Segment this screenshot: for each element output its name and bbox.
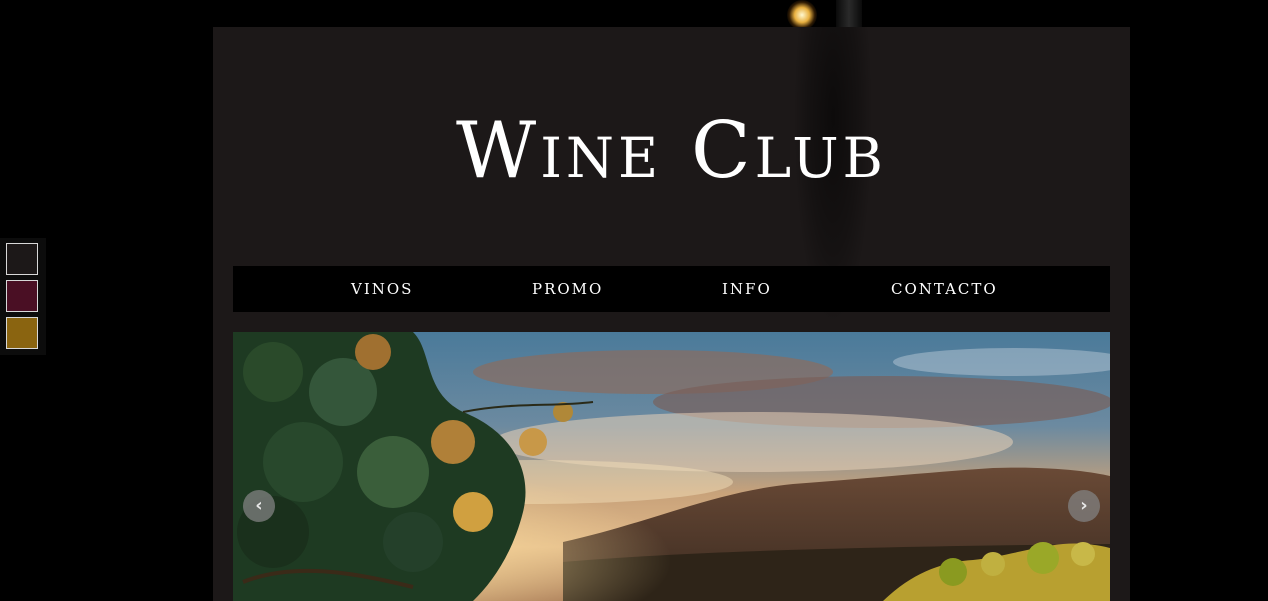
theme-swatch-dark[interactable] xyxy=(6,243,38,275)
nav-item-contacto[interactable]: CONTACTO xyxy=(891,266,998,312)
chevron-left-icon: ‹ xyxy=(255,495,263,516)
page: Wine Club VINOS PROMO INFO CONTACTO ‹ › xyxy=(0,0,1268,601)
image-carousel: ‹ › xyxy=(233,332,1110,601)
theme-swatch-burgundy[interactable] xyxy=(6,280,38,312)
bottle-light-decoration xyxy=(787,0,817,30)
site-title: Wine Club xyxy=(456,106,887,196)
nav-item-vinos[interactable]: VINOS xyxy=(351,266,413,312)
chevron-right-icon: › xyxy=(1080,495,1088,516)
main-navbar: VINOS PROMO INFO CONTACTO xyxy=(233,266,1110,312)
theme-swatch-gold[interactable] xyxy=(6,317,38,349)
main-container: Wine Club VINOS PROMO INFO CONTACTO ‹ › xyxy=(213,27,1130,601)
theme-swatch-panel xyxy=(0,238,46,355)
nav-item-promo[interactable]: PROMO xyxy=(532,266,603,312)
vineyard-sunset-image xyxy=(233,332,1110,601)
bottle-neck-decoration xyxy=(836,0,862,30)
nav-item-info[interactable]: INFO xyxy=(722,266,772,312)
carousel-next-button[interactable]: › xyxy=(1068,490,1100,522)
carousel-prev-button[interactable]: ‹ xyxy=(243,490,275,522)
